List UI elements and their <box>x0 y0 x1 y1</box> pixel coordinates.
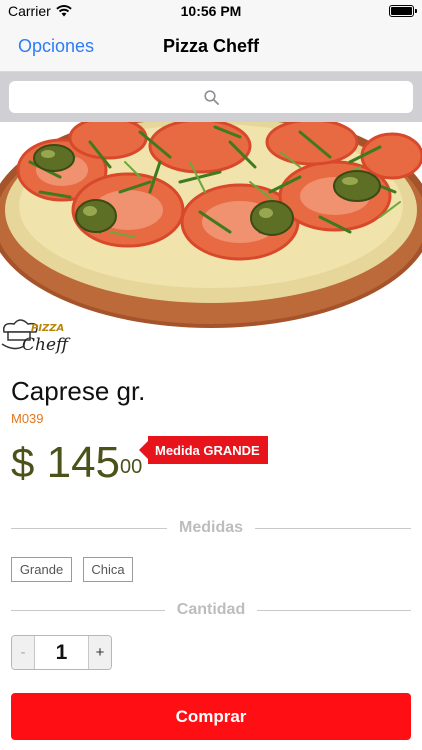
sizes-section-header: Medidas <box>11 517 412 539</box>
divider <box>11 527 167 529</box>
divider <box>11 609 165 611</box>
buy-button[interactable]: Comprar <box>11 693 411 740</box>
size-option-grande[interactable]: Grande <box>11 557 72 582</box>
status-left: Carrier <box>8 3 72 19</box>
svg-text:Cheff: Cheff <box>22 335 71 355</box>
quantity-value[interactable]: 1 <box>35 636 88 669</box>
product-name: Caprese gr. <box>11 376 146 406</box>
size-badge: Medida GRANDE <box>139 436 268 464</box>
divider <box>257 609 412 611</box>
price-integer: 145 <box>46 438 121 487</box>
search-icon <box>203 89 219 105</box>
price-symbol: $ <box>11 439 35 486</box>
product-code: M039 <box>11 411 44 426</box>
carrier-label: Carrier <box>8 3 51 19</box>
battery-level <box>391 7 412 15</box>
status-bar: Carrier 10:56 PM <box>0 0 422 22</box>
search-bar <box>0 72 422 122</box>
sizes-section-label: Medidas <box>179 519 244 536</box>
battery-icon <box>389 5 417 17</box>
increment-button[interactable]: + <box>88 636 111 669</box>
logo-graphic: PIZZA Cheff <box>1 319 71 355</box>
pizza-cheff-logo: PIZZA Cheff <box>0 318 84 360</box>
product-price: $ 14500 <box>11 438 142 488</box>
size-option-chica[interactable]: Chica <box>83 557 133 582</box>
quantity-section-label: Cantidad <box>176 601 246 618</box>
price-cents: 00 <box>120 456 143 478</box>
decrement-button[interactable]: - <box>12 636 35 669</box>
svg-text:PIZZA: PIZZA <box>31 323 64 334</box>
divider <box>255 527 412 529</box>
quantity-section-header: Cantidad <box>11 599 412 621</box>
search-input[interactable] <box>9 81 413 113</box>
nav-title: Pizza Cheff <box>162 36 259 56</box>
quantity-stepper: - 1 + <box>11 635 112 670</box>
navigation-bar: Opciones Pizza Cheff <box>0 22 422 72</box>
wifi-icon <box>56 5 72 17</box>
